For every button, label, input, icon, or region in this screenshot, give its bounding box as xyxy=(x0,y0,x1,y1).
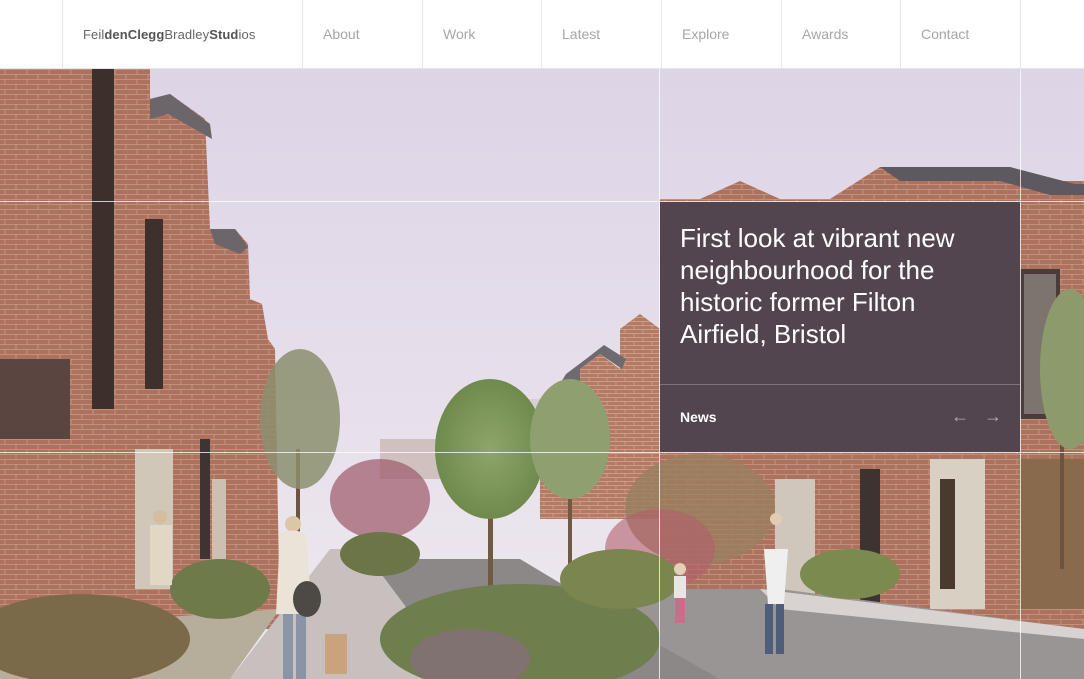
grid-line-horizontal xyxy=(0,452,1084,453)
nav-link-about[interactable]: About xyxy=(303,26,360,42)
brand-part-1: Feil xyxy=(83,26,105,42)
nav-cell-latest: Latest xyxy=(541,0,661,68)
nav-cell-spacer xyxy=(1020,0,1084,68)
brand-part-7: os xyxy=(241,26,256,42)
brand-part-2: den xyxy=(104,26,128,42)
nav-link-explore[interactable]: Explore xyxy=(662,26,729,42)
nav-cell-work: Work xyxy=(422,0,542,68)
nav-link-latest[interactable]: Latest xyxy=(542,26,600,42)
category-label[interactable]: News xyxy=(680,409,717,425)
grid-line-vertical xyxy=(1020,69,1021,679)
arrow-right-icon[interactable]: → xyxy=(984,406,1002,427)
nav-link-contact[interactable]: Contact xyxy=(901,26,969,42)
nav-link-work[interactable]: Work xyxy=(423,26,475,42)
arrow-left-icon[interactable]: ← xyxy=(951,406,969,427)
brand-part-3: Clegg xyxy=(127,26,165,42)
brand-part-4: Bradley xyxy=(164,26,210,42)
nav-cell-explore: Explore xyxy=(661,0,781,68)
headline[interactable]: First look at vibrant new neighbourhood … xyxy=(680,222,1000,350)
featured-news-card[interactable]: First look at vibrant new neighbourhood … xyxy=(660,202,1020,452)
nav-cell-awards: Awards xyxy=(781,0,901,68)
brand-part-5: Stud xyxy=(209,26,239,42)
top-navigation: Feil den Clegg Bradley Stud i os About Work La… xyxy=(0,0,1084,69)
card-divider xyxy=(660,384,1020,385)
nav-link-awards[interactable]: Awards xyxy=(782,26,848,42)
nav-cell-contact: Contact xyxy=(900,0,1020,68)
brand-logo[interactable]: Feil den Clegg Bradley Stud i os xyxy=(62,0,302,68)
nav-cell-about: About xyxy=(302,0,422,68)
